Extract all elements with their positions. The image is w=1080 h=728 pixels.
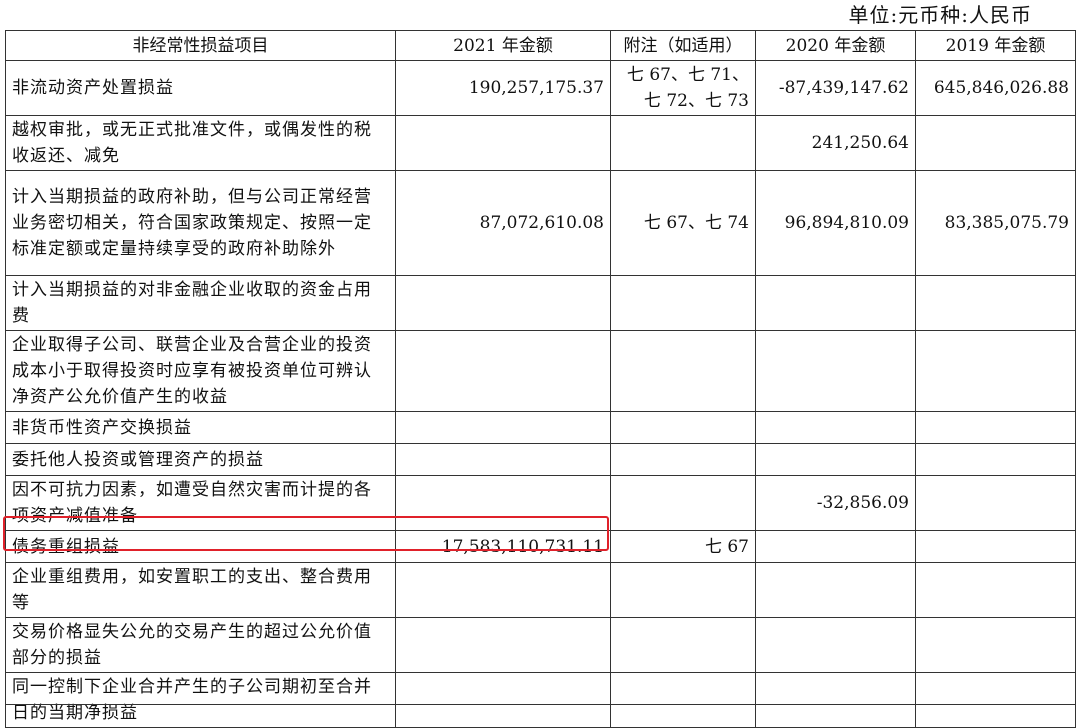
row-2020-amount: [755, 330, 916, 412]
row-item: 非货币性资产交换损益: [5, 411, 396, 444]
row-note: [610, 330, 756, 412]
row-note: [610, 617, 756, 673]
row-note: [610, 672, 756, 728]
row-2020-amount: [755, 562, 916, 618]
row-note: [610, 115, 756, 171]
row-2020-amount: -87,439,147.62: [755, 60, 916, 116]
row-item: 委托他人投资或管理资产的损益: [5, 443, 396, 476]
table-row: 计入当期损益的对非金融企业收取的资金占用费: [5, 275, 1076, 331]
row-2021-amount: [395, 411, 611, 444]
unit-currency-label: 单位:元币种:人民币: [848, 3, 1032, 27]
row-item: 因不可抗力因素，如遭受自然灾害而计提的各项资产减值准备: [5, 475, 396, 531]
row-2019-amount: [915, 617, 1076, 673]
row-2020-amount: [755, 672, 916, 728]
row-item: 计入当期损益的对非金融企业收取的资金占用费: [5, 275, 396, 331]
row-2019-amount: [915, 475, 1076, 531]
table-row: 因不可抗力因素，如遭受自然灾害而计提的各项资产减值准备 -32,856.09: [5, 475, 1076, 531]
row-2020-amount: [755, 443, 916, 476]
row-2020-amount: [755, 275, 916, 331]
table-row: 非流动资产处置损益 190,257,175.37 七 67、七 71、七 72、…: [5, 60, 1076, 116]
row-2021-amount: 87,072,610.08: [395, 170, 611, 276]
row-2021-amount: [395, 475, 611, 531]
row-2019-amount: [915, 330, 1076, 412]
row-2019-amount: [915, 443, 1076, 476]
row-item: 交易价格显失公允的交易产生的超过公允价值部分的损益: [5, 617, 396, 673]
row-2021-amount: [395, 617, 611, 673]
row-2021-amount: [395, 672, 611, 728]
row-note: [610, 562, 756, 618]
row-item: 非流动资产处置损益: [5, 60, 396, 116]
row-item: 企业重组费用，如安置职工的支出、整合费用等: [5, 562, 396, 618]
table-row: 企业取得子公司、联营企业及合营企业的投资成本小于取得投资时应享有被投资单位可辨认…: [5, 330, 1076, 412]
row-2021-amount: 190,257,175.37: [395, 60, 611, 116]
table-row: 同一控制下企业合并产生的子公司期初至合并日的当期净损益: [5, 672, 1076, 728]
non-recurring-gains-losses-table: 非经常性损益项目 2021 年金额 附注（如适用） 2020 年金额 2019 …: [5, 30, 1076, 728]
row-note: [610, 443, 756, 476]
row-2021-amount: [395, 115, 611, 171]
row-item: 计入当期损益的政府补助，但与公司正常经营业务密切相关，符合国家政策规定、按照一定…: [5, 170, 396, 276]
row-note: 七 67: [610, 530, 756, 563]
row-note: 七 67、七 74: [610, 170, 756, 276]
header-item: 非经常性损益项目: [5, 30, 396, 61]
row-2020-amount: -32,856.09: [755, 475, 916, 531]
row-2019-amount: [915, 115, 1076, 171]
row-2019-amount: [915, 562, 1076, 618]
row-2020-amount: 241,250.64: [755, 115, 916, 171]
row-2020-amount: [755, 617, 916, 673]
row-note: [610, 275, 756, 331]
row-item: 企业取得子公司、联营企业及合营企业的投资成本小于取得投资时应享有被投资单位可辨认…: [5, 330, 396, 412]
row-note: [610, 475, 756, 531]
row-item: 越权审批，或无正式批准文件，或偶发性的税收返还、减免: [5, 115, 396, 171]
table-row: 越权审批，或无正式批准文件，或偶发性的税收返还、减免 241,250.64: [5, 115, 1076, 171]
row-2019-amount: [915, 672, 1076, 728]
row-item: 债务重组损益: [5, 530, 396, 563]
row-item: 同一控制下企业合并产生的子公司期初至合并日的当期净损益: [5, 672, 396, 728]
row-2019-amount: 645,846,026.88: [915, 60, 1076, 116]
row-2021-amount: [395, 275, 611, 331]
row-2020-amount: [755, 411, 916, 444]
table-row: 委托他人投资或管理资产的损益: [5, 443, 1076, 476]
table-header-row: 非经常性损益项目 2021 年金额 附注（如适用） 2020 年金额 2019 …: [5, 30, 1076, 61]
row-2019-amount: [915, 530, 1076, 563]
row-2019-amount: [915, 411, 1076, 444]
row-2021-amount: 17,583,110,731.11: [395, 530, 611, 563]
row-2019-amount: 83,385,075.79: [915, 170, 1076, 276]
row-note: 七 67、七 71、七 72、七 73: [610, 60, 756, 116]
table-row: 交易价格显失公允的交易产生的超过公允价值部分的损益: [5, 617, 1076, 673]
row-2020-amount: [755, 530, 916, 563]
row-2020-amount: 96,894,810.09: [755, 170, 916, 276]
header-2019-amount: 2019 年金额: [915, 30, 1076, 61]
table-row-highlighted: 债务重组损益 17,583,110,731.11 七 67: [5, 530, 1076, 563]
table-row: 企业重组费用，如安置职工的支出、整合费用等: [5, 562, 1076, 618]
header-note: 附注（如适用）: [610, 30, 756, 61]
row-2021-amount: [395, 443, 611, 476]
header-2021-amount: 2021 年金额: [395, 30, 611, 61]
row-2021-amount: [395, 562, 611, 618]
row-note: [610, 411, 756, 444]
row-2019-amount: [915, 275, 1076, 331]
header-2020-amount: 2020 年金额: [755, 30, 916, 61]
table-row: 计入当期损益的政府补助，但与公司正常经营业务密切相关，符合国家政策规定、按照一定…: [5, 170, 1076, 276]
table-row: 非货币性资产交换损益: [5, 411, 1076, 444]
row-2021-amount: [395, 330, 611, 412]
